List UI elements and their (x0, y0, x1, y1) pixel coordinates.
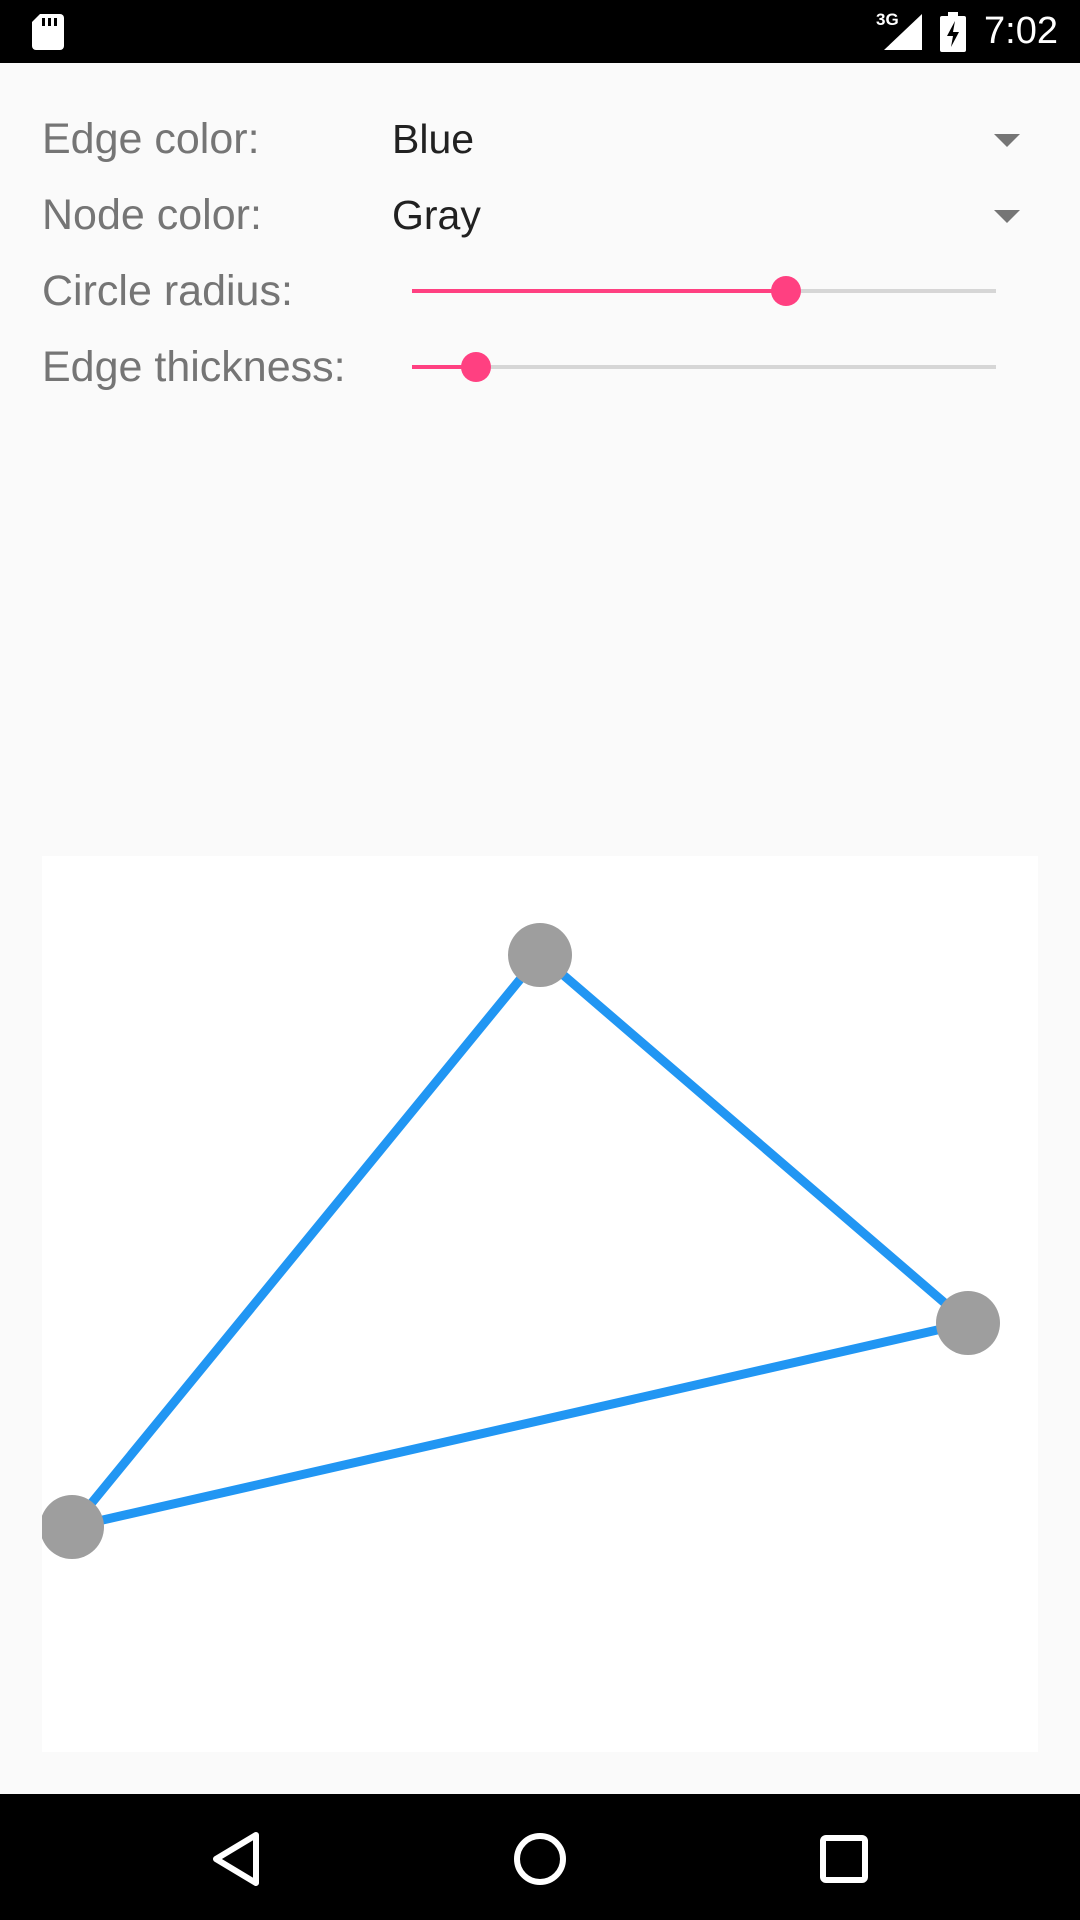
node-color-value: Gray (392, 192, 481, 238)
graph-node[interactable] (936, 1291, 1000, 1355)
slider-fill (412, 289, 786, 293)
graph-edges (67, 950, 973, 1532)
circle-radius-label: Circle radius: (42, 267, 293, 315)
back-triangle-icon[interactable] (196, 1819, 276, 1899)
node-color-dropdown[interactable]: Gray (392, 177, 1028, 253)
home-circle-icon[interactable] (500, 1819, 580, 1899)
edge-thickness-row: Edge thickness: (0, 329, 1080, 405)
dropdown-arrow-icon (994, 134, 1020, 147)
node-color-label: Node color: (42, 191, 262, 239)
graph-edge (67, 1318, 973, 1532)
edge-color-label: Edge color: (42, 115, 260, 163)
graph-node[interactable] (508, 923, 572, 987)
edge-color-row: Edge color: Blue (0, 101, 1080, 177)
node-color-row: Node color: Gray (0, 177, 1080, 253)
sd-card-icon (32, 14, 64, 50)
graph-drawing (40, 923, 1000, 1559)
slider-thumb[interactable] (461, 352, 492, 382)
graph-node[interactable] (40, 1495, 104, 1559)
cell-signal-icon (884, 14, 922, 50)
edge-color-value: Blue (392, 116, 475, 162)
graph-nodes (40, 923, 1000, 1559)
clock: 7:02 (984, 10, 1058, 52)
graph-canvas[interactable] (40, 856, 1038, 1752)
slider-thumb[interactable] (770, 276, 801, 306)
slider-track (412, 365, 996, 369)
edge-thickness-label: Edge thickness: (42, 343, 346, 391)
recents-square-icon[interactable] (804, 1819, 884, 1899)
circle-radius-slider[interactable] (412, 253, 996, 329)
circle-radius-row: Circle radius: (0, 253, 1080, 329)
status-bar: 3G 7:02 (0, 0, 1080, 63)
battery-charging-icon (940, 12, 966, 52)
edge-color-dropdown[interactable]: Blue (392, 101, 1028, 177)
dropdown-arrow-icon (994, 210, 1020, 223)
edge-thickness-slider[interactable] (412, 329, 996, 405)
graph-edge (67, 950, 545, 1532)
graph-edge (535, 950, 973, 1328)
navigation-bar (0, 1794, 1080, 1920)
